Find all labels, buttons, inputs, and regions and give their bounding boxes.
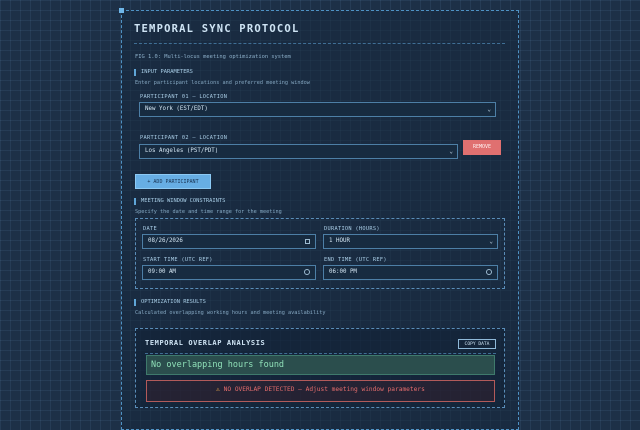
panel-corner-marker (119, 8, 124, 13)
chevron-down-icon: ⌄ (489, 238, 493, 245)
version-caption: FIG 1.0: Multi-locus meeting optimizatio… (135, 54, 291, 60)
end-time-label: END TIME (UTC REF) (324, 257, 387, 263)
start-time-input[interactable]: 09:00 AM (142, 265, 316, 280)
input-parameters-description: Enter participant locations and preferre… (135, 80, 310, 86)
clock-icon[interactable] (486, 269, 492, 275)
participant-01-location-select[interactable]: New York (EST/EDT) ⌄ (139, 102, 496, 117)
end-time-value: 06:00 PM (329, 269, 357, 275)
optimization-results-description: Calculated overlapping working hours and… (135, 310, 326, 316)
participant-02-label: PARTICIPANT 02 — LOCATION (140, 135, 228, 141)
date-input[interactable]: 08/26/2026 (142, 234, 316, 249)
analysis-divider (145, 353, 496, 354)
warning-icon: ⚠ (216, 386, 220, 393)
duration-value: 1 HOUR (329, 238, 350, 244)
warning-text: NO OVERLAP DETECTED — Adjust meeting win… (223, 386, 425, 393)
meeting-window-description: Specify the date and time range for the … (135, 209, 282, 215)
start-time-label: START TIME (UTC REF) (143, 257, 213, 263)
input-parameters-heading: INPUT PARAMETERS (134, 69, 193, 76)
clock-icon[interactable] (304, 269, 310, 275)
optimization-results-heading: OPTIMIZATION RESULTS (134, 299, 206, 306)
overlap-analysis-title: TEMPORAL OVERLAP ANALYSIS (145, 339, 266, 347)
duration-label: DURATION (HOURS) (324, 226, 380, 232)
date-label: DATE (143, 226, 157, 232)
title-divider (134, 43, 505, 44)
end-time-input[interactable]: 06:00 PM (323, 265, 498, 280)
participant-01-location-value: New York (EST/EDT) (145, 106, 208, 112)
add-participant-button[interactable]: + ADD PARTICIPANT (135, 174, 211, 189)
duration-select[interactable]: 1 HOUR ⌄ (323, 234, 498, 249)
no-overlap-message: No overlapping hours found (146, 355, 495, 375)
participant-02-location-value: Los Angeles (PST/PDT) (145, 148, 219, 154)
no-overlap-warning: ⚠ NO OVERLAP DETECTED — Adjust meeting w… (146, 380, 495, 402)
chevron-down-icon: ⌄ (449, 148, 453, 155)
date-value: 08/26/2026 (148, 238, 183, 244)
remove-participant-button[interactable]: REMOVE (463, 140, 501, 155)
meeting-window-heading: MEETING WINDOW CONSTRAINTS (134, 198, 225, 205)
chevron-down-icon: ⌄ (487, 106, 491, 113)
participant-01-label: PARTICIPANT 01 — LOCATION (140, 94, 228, 100)
page-title: TEMPORAL SYNC PROTOCOL (134, 23, 300, 35)
copy-data-button[interactable]: COPY DATA (458, 339, 496, 349)
start-time-value: 09:00 AM (148, 269, 176, 275)
calendar-icon[interactable] (305, 239, 310, 244)
participant-02-location-select[interactable]: Los Angeles (PST/PDT) ⌄ (139, 144, 458, 159)
